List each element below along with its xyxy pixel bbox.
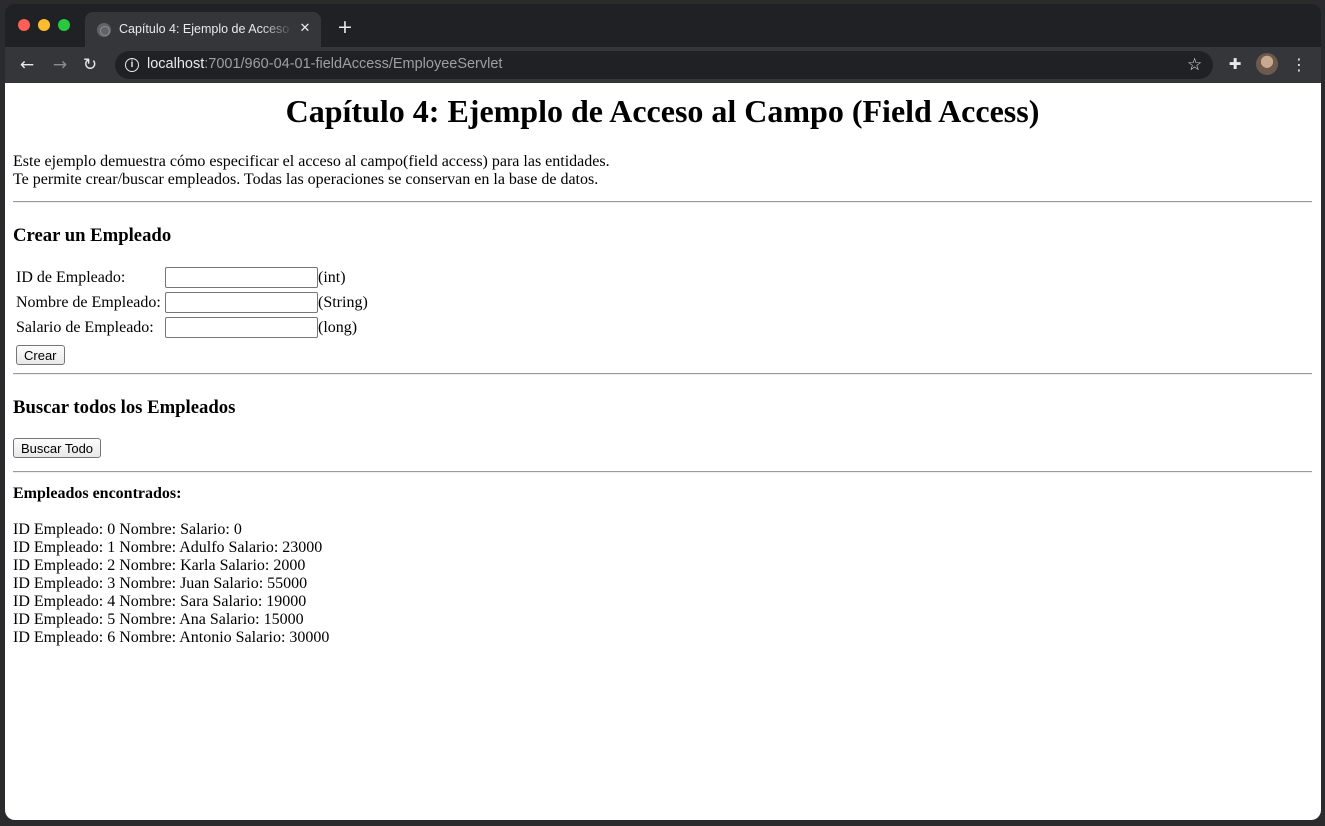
create-employee-heading: Crear un Empleado [13,225,172,246]
list-item: ID Empleado: 3 Nombre: Juan Salario: 550… [13,575,308,592]
create-button[interactable]: Crear [16,345,65,365]
divider [13,471,1312,473]
employee-name-type: (String) [318,294,368,311]
employee-name-input[interactable] [165,292,318,313]
intro-line-1: Este ejemplo demuestra cómo especificar … [13,153,610,170]
forward-arrow-icon[interactable]: → [48,53,72,77]
list-item: ID Empleado: 2 Nombre: Karla Salario: 20… [13,557,306,574]
info-icon[interactable]: i [125,58,139,72]
list-item: ID Empleado: 6 Nombre: Antonio Salario: … [13,629,330,646]
page-viewport: Capítulo 4: Ejemplo de Acceso al Campo (… [5,83,1321,820]
browser-window: Capítulo 4: Ejemplo de Acceso al Campo (… [5,4,1321,820]
employee-id-type: (int) [318,269,346,286]
employee-salary-input[interactable] [165,317,318,338]
divider [13,201,1312,203]
intro-text: Este ejemplo demuestra cómo especificar … [13,153,610,189]
employee-salary-label: Salario de Empleado: [16,319,154,336]
page-title: Capítulo 4: Ejemplo de Acceso al Campo (… [285,93,1040,129]
url-text[interactable]: localhost:7001/960-04-01-fieldAccess/Emp… [147,56,502,72]
reload-icon[interactable]: ↻ [78,53,102,77]
intro-line-2: Te permite crear/buscar empleados. Todas… [13,171,599,188]
employee-id-input[interactable] [165,267,318,288]
address-bar[interactable]: i localhost:7001/960-04-01-fieldAccess/E… [115,51,1213,79]
url-host: localhost [147,56,205,72]
profile-avatar[interactable] [1256,53,1278,75]
url-path: :7001/960-04-01-fieldAccess/EmployeeServ… [204,56,503,72]
employee-id-label: ID de Empleado: [16,269,126,286]
results-list: ID Empleado: 0 Nombre: Salario: 0 ID Emp… [13,521,329,647]
employee-salary-type: (long) [318,319,358,336]
employee-name-label: Nombre de Empleado: [16,294,161,311]
list-item: ID Empleado: 0 Nombre: Salario: 0 [13,521,242,538]
list-item: ID Empleado: 4 Nombre: Sara Salario: 190… [13,593,307,610]
search-all-heading: Buscar todos los Empleados [13,397,236,418]
bookmark-star-icon[interactable]: ☆ [1187,54,1202,76]
browser-toolbar: ← → ↻ i localhost:7001/960-04-01-fieldAc… [5,47,1321,83]
extensions-puzzle-icon[interactable]: ✚ [1226,55,1244,73]
minimize-window-button[interactable] [38,19,50,31]
list-item: ID Empleado: 5 Nombre: Ana Salario: 1500… [13,611,304,628]
tab-close-icon[interactable]: ✕ [297,21,313,37]
close-window-button[interactable] [18,19,30,31]
new-tab-icon[interactable]: + [335,17,355,37]
results-heading: Empleados encontrados: [13,485,182,502]
globe-icon [97,23,111,37]
more-menu-icon[interactable]: ⋮ [1289,53,1309,77]
back-arrow-icon[interactable]: ← [15,53,39,77]
search-all-button[interactable]: Buscar Todo [13,438,102,458]
divider [13,373,1312,375]
maximize-window-button[interactable] [58,19,70,31]
tab-strip: Capítulo 4: Ejemplo de Acceso al Campo (… [5,4,1321,47]
list-item: ID Empleado: 1 Nombre: Adulfo Salario: 2… [13,539,323,556]
tab-active[interactable]: Capítulo 4: Ejemplo de Acceso al Campo (… [85,12,321,47]
